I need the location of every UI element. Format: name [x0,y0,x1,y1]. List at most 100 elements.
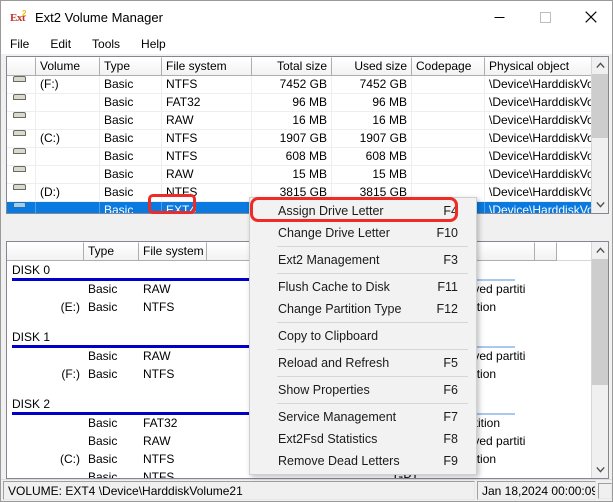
volume-column-header-used-size[interactable]: Used size [332,57,412,76]
context-menu-item-ext2fsd-statistics[interactable]: Ext2Fsd StatisticsF8 [250,428,476,450]
context-menu-item-label: Change Partition Type [278,298,401,320]
context-menu-item-label: Assign Drive Letter [278,200,384,222]
context-menu-item-service-management[interactable]: Service Management F7 [250,406,476,428]
disk-cell-fs: RAW [139,348,207,366]
context-menu-item-label: Show Properties [278,379,370,401]
disk-cell-volume [7,281,84,299]
volume-row[interactable]: BasicRAW15 MB15 MB\Device\HarddiskVolume… [7,166,608,184]
volume-list-scrollbar[interactable] [591,57,608,213]
volume-cell-used: 96 MB [332,94,412,112]
volume-cell-volume: (F:) [36,76,100,94]
disk-group-label: DISK 0 [7,263,50,277]
volume-row-icon-cell [7,202,36,214]
context-menu-item-shortcut: F11 [437,276,466,298]
disk-cell-spacer [535,433,557,451]
volume-row[interactable]: BasicFAT3296 MB96 MB\Device\HarddiskVolu… [7,94,608,112]
volume-cell-type: Basic [100,166,162,184]
menubar-item-tools[interactable]: Tools [92,36,130,52]
volume-list-pane: VolumeTypeFile systemTotal sizeUsed size… [6,56,609,214]
context-menu-separator [277,273,468,274]
close-button[interactable] [568,1,613,33]
menubar-item-file[interactable]: File [10,36,39,52]
menubar-item-edit[interactable]: Edit [50,36,81,52]
volume-cell-total: 96 MB [252,94,332,112]
volume-list-scroll-thumb[interactable] [592,74,609,138]
minimize-button[interactable] [476,1,522,33]
volume-column-header-total-size[interactable]: Total size [252,57,332,76]
disk-column-header-type[interactable]: Type [84,242,139,261]
disk-column-header-blank-5[interactable] [535,242,557,261]
context-menu-item-shortcut: F8 [443,428,466,450]
volume-row-icon-cell [7,76,36,94]
maximize-icon [540,12,551,23]
volume-column-header-file-system[interactable]: File system [162,57,252,76]
context-menu-item-change-partition-type[interactable]: Change Partition Type F12 [250,298,476,320]
disk-cell-spacer [535,451,557,469]
volume-cell-type: Basic [100,130,162,148]
disk-cell-fs: FAT32 [139,415,207,433]
context-menu-item-shortcut: F7 [443,406,466,428]
volume-cell-type: Basic [100,184,162,202]
volume-row-icon-cell [7,184,36,202]
disk-cell-fs: NTFS [139,469,207,479]
menubar-item-help[interactable]: Help [141,36,176,52]
disk-cell-type: Basic [84,348,139,366]
disk-group-label: DISK 2 [7,397,50,411]
disk-list-scrollbar[interactable] [591,242,608,478]
volume-cell-fs: RAW [162,112,252,130]
disk-cell-type: Basic [84,415,139,433]
volume-cell-fs: EXT4 [162,202,252,214]
volume-row-icon-cell [7,166,36,184]
context-menu-item-show-properties[interactable]: Show Properties F6 [250,379,476,401]
disk-column-header-file-system[interactable]: File system [139,242,207,261]
disk-scroll-up-arrow-icon[interactable] [592,242,609,259]
volume-cell-type: Basic [100,148,162,166]
volume-cell-fs: NTFS [162,148,252,166]
volume-column-header-volume[interactable]: Volume [36,57,100,76]
context-menu-item-assign-drive-letter[interactable]: Assign Drive Letter F4 [250,200,476,222]
scroll-down-arrow-icon[interactable] [592,196,609,213]
context-menu-item-reload-and-refresh[interactable]: Reload and RefreshF5 [250,352,476,374]
context-menu-item-label: Service Management [278,406,396,428]
disk-scroll-down-arrow-icon[interactable] [592,461,609,478]
disk-list-scroll-thumb[interactable] [592,259,609,385]
volume-cell-type: Basic [100,94,162,112]
disk-column-header-blank-0[interactable] [7,242,84,261]
context-menu-item-shortcut: F3 [443,249,466,271]
context-menu-item-copy-to-clipboard[interactable]: Copy to Clipboard [250,325,476,347]
disk-cell-volume [7,469,84,479]
disk-cell-volume: (E:) [7,299,84,317]
scroll-up-arrow-icon[interactable] [592,57,609,74]
context-menu-item-label: Flush Cache to Disk [278,276,390,298]
context-menu-item-shortcut: F6 [443,379,466,401]
context-menu-item-remove-dead-letters[interactable]: Remove Dead LettersF9 [250,450,476,472]
volume-cell-used: 15 MB [332,166,412,184]
title-bar: Ext 2 Ext2 Volume Manager [1,1,613,33]
volume-row[interactable]: BasicRAW16 MB16 MB\Device\HarddiskVolume… [7,112,608,130]
volume-row-icon-cell [7,112,36,130]
context-menu-separator [277,403,468,404]
volume-row-icon-cell [7,148,36,166]
volume-list-rows: (F:)BasicNTFS7452 GB7452 GB\Device\Hardd… [7,76,608,214]
volume-row[interactable]: (C:)BasicNTFS1907 GB1907 GB\Device\Hardd… [7,130,608,148]
maximize-button[interactable] [522,1,568,33]
volume-cell-used: 16 MB [332,112,412,130]
context-menu-item-change-drive-letter[interactable]: Change Drive LetterF10 [250,222,476,244]
volume-row[interactable]: (F:)BasicNTFS7452 GB7452 GB\Device\Hardd… [7,76,608,94]
volume-row[interactable]: BasicNTFS608 MB608 MB\Device\HarddiskVol… [7,148,608,166]
volume-column-header-type[interactable]: Type [100,57,162,76]
disk-cell-type: Basic [84,433,139,451]
context-menu-item-shortcut: F12 [436,298,466,320]
volume-column-header-codepage[interactable]: Codepage [412,57,485,76]
disk-cell-volume: (C:) [7,451,84,469]
context-menu-item-shortcut: F4 [443,200,466,222]
volume-cell-codepage [412,166,485,184]
volume-column-header-icon[interactable] [7,57,36,76]
context-menu-item-ext2-management[interactable]: Ext2 ManagementF3 [250,249,476,271]
context-menu-item-shortcut: F9 [443,450,466,472]
window-controls [476,1,613,33]
resize-grip[interactable] [598,483,612,499]
volume-cell-codepage [412,148,485,166]
volume-cell-fs: FAT32 [162,94,252,112]
context-menu-item-flush-cache-to-disk[interactable]: Flush Cache to Disk F11 [250,276,476,298]
